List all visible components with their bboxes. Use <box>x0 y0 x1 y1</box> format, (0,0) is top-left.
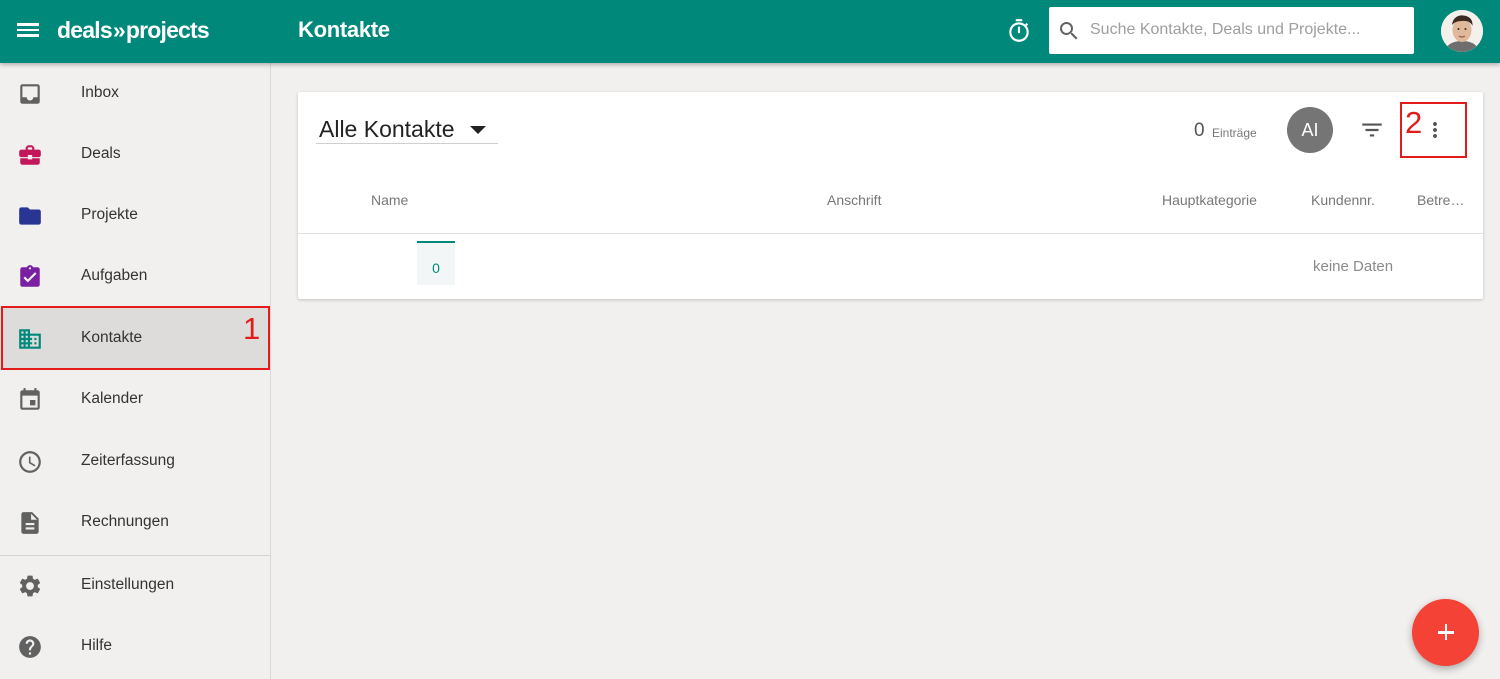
logo-separator: » <box>112 17 126 43</box>
column-header-anschrift[interactable]: Anschrift <box>827 192 881 208</box>
empty-state-text: keine Daten <box>1313 258 1394 275</box>
search-input[interactable] <box>1090 16 1405 44</box>
column-header-name[interactable]: Name <box>371 192 408 208</box>
sidebar-item-label: Hilfe <box>81 637 113 654</box>
entry-count: 0 <box>1194 120 1205 141</box>
page-title: Kontakte <box>298 17 390 42</box>
document-icon <box>21 512 39 534</box>
entry-count-label: Einträge <box>1212 126 1257 140</box>
column-header-betreuer[interactable]: Betre… <box>1417 192 1464 208</box>
menu-icon[interactable] <box>17 20 41 42</box>
search-box[interactable] <box>1049 7 1414 54</box>
sidebar-item-zeiterfassung[interactable]: Zeiterfassung <box>0 431 270 492</box>
assignment-check-icon <box>20 265 40 287</box>
table-header-divider <box>298 233 1483 234</box>
pagination-page[interactable]: 0 <box>417 241 455 285</box>
sidebar-item-label: Projekte <box>81 206 138 223</box>
sidebar-item-hilfe[interactable]: Hilfe <box>0 616 270 677</box>
view-select-value: Alle Kontakte <box>319 116 455 142</box>
inbox-icon <box>20 84 40 104</box>
sidebar: Inbox Deals Projekte Aufgaben Kontakte K… <box>0 63 271 679</box>
sidebar-item-kalender[interactable]: Kalender <box>0 369 270 430</box>
help-icon <box>19 636 41 658</box>
calendar-icon <box>20 388 40 410</box>
sidebar-item-label: Deals <box>81 145 121 162</box>
sidebar-item-einstellungen[interactable]: Einstellungen <box>0 555 270 616</box>
app-logo[interactable]: deals»projects <box>57 17 210 44</box>
sidebar-item-label: Zeiterfassung <box>81 452 175 469</box>
plus-icon-vertical <box>1444 624 1448 641</box>
column-header-hauptkategorie[interactable]: Hauptkategorie <box>1162 192 1257 208</box>
logo-text-deals: deals <box>57 17 113 43</box>
dropdown-arrow-icon <box>470 126 486 134</box>
filter-icon[interactable] <box>1359 117 1385 143</box>
search-icon <box>1060 22 1078 40</box>
top-app-bar: deals»projects Kontakte <box>0 0 1500 63</box>
sidebar-item-rechnungen[interactable]: Rechnungen <box>0 492 270 553</box>
sidebar-item-label: Aufgaben <box>81 267 148 284</box>
clock-icon <box>19 451 41 473</box>
avatar[interactable] <box>1441 10 1483 52</box>
folder-icon <box>19 207 41 225</box>
annotation-number-1: 1 <box>243 311 261 346</box>
sidebar-item-aufgaben[interactable]: Aufgaben <box>0 246 270 307</box>
sidebar-item-deals[interactable]: Deals <box>0 124 270 185</box>
sidebar-item-label: Inbox <box>81 84 119 101</box>
view-select-dropdown[interactable]: Alle Kontakte <box>316 114 498 144</box>
column-header-kundennr[interactable]: Kundennr. <box>1311 192 1375 208</box>
sidebar-item-projekte[interactable]: Projekte <box>0 185 270 246</box>
timer-icon[interactable] <box>1006 18 1032 44</box>
sidebar-item-inbox[interactable]: Inbox <box>0 63 270 124</box>
user-filter-chip[interactable]: AI <box>1287 107 1333 153</box>
logo-text-projects: projects <box>125 17 210 43</box>
annotation-box-1 <box>1 306 270 370</box>
avatar-image <box>1441 10 1483 52</box>
briefcase-icon <box>19 145 41 165</box>
add-contact-button[interactable] <box>1412 599 1479 666</box>
annotation-number-2: 2 <box>1405 105 1423 140</box>
sidebar-item-label: Rechnungen <box>81 513 169 530</box>
sidebar-item-label: Einstellungen <box>81 576 175 593</box>
sidebar-item-label: Kalender <box>81 390 144 407</box>
gear-icon <box>19 575 41 597</box>
contacts-card: Alle Kontakte 0 Einträge AI Name Anschri… <box>298 92 1483 299</box>
